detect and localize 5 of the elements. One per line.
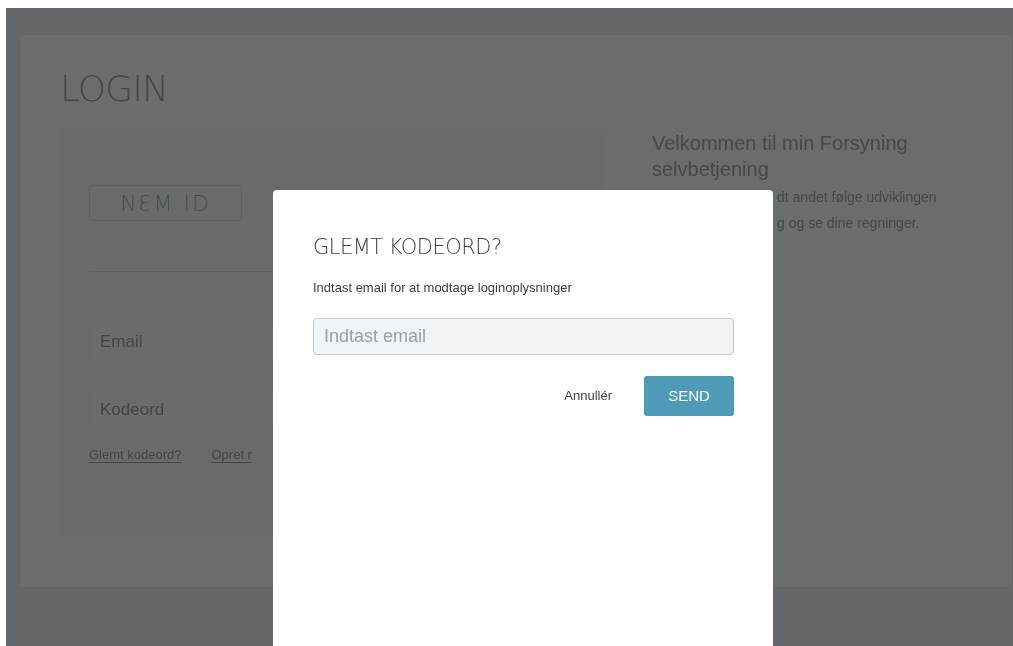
dialog-title: GLEMT KODEORD? xyxy=(313,234,502,261)
email-field[interactable]: Indtast email xyxy=(313,318,734,355)
dialog-text: Indtast email for at modtage loginoplysninger xyxy=(313,278,572,297)
send-button[interactable]: SEND xyxy=(644,376,734,416)
cancel-button[interactable]: Annullér xyxy=(564,386,612,406)
